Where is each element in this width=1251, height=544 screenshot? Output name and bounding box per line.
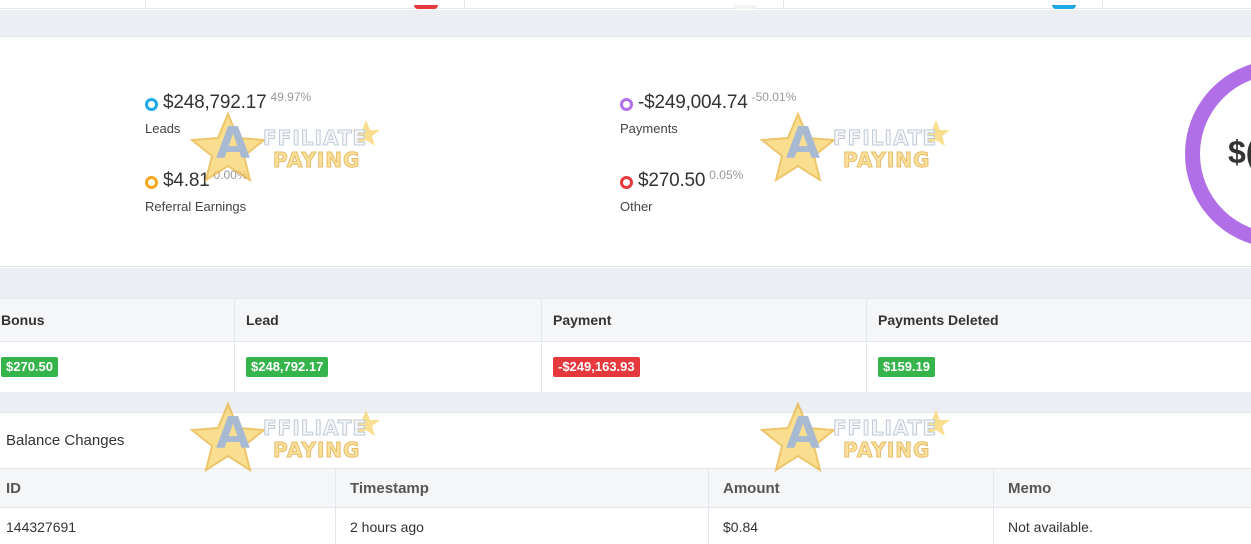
other-legend-dot xyxy=(620,176,633,189)
memo-cell: Not available. xyxy=(1008,518,1093,535)
top-card xyxy=(1103,0,1251,9)
stat-percent: 49.97% xyxy=(270,90,312,104)
payment-cell: -$249,163.93 xyxy=(542,342,867,392)
card-icon-stub xyxy=(414,5,438,9)
stat-value: $4.81 xyxy=(163,170,210,191)
stat-percent: -50.01% xyxy=(751,90,797,104)
timestamp-cell: 2 hours ago xyxy=(336,508,709,544)
amount-badge: $159.19 xyxy=(878,357,935,377)
earnings-breakdown-table: Bonus Lead Payment Payments Deleted $270… xyxy=(0,298,1251,392)
stat-leads: $248,792.17 49.97% Leads xyxy=(145,89,311,136)
amount-cell: $0.84 xyxy=(709,508,994,544)
section-gap xyxy=(0,392,1251,412)
section-gap xyxy=(0,268,1251,298)
column-header-bonus: Bonus xyxy=(0,299,235,341)
top-card xyxy=(146,0,465,9)
column-header-payment: Payment xyxy=(542,299,867,341)
stat-percent: 0.05% xyxy=(709,168,744,182)
earnings-summary-panel: $248,792.17 49.97% Leads $4.81 0.00% Ref… xyxy=(0,36,1251,267)
leads-legend-dot xyxy=(145,98,158,111)
balance-changes-panel: Balance Changes ID Timestamp Amount Memo… xyxy=(0,412,1251,544)
stat-value: $248,792.17 xyxy=(163,92,267,113)
stat-percent: 0.00% xyxy=(213,168,248,182)
stat-other: $270.50 0.05% Other xyxy=(620,167,743,214)
section-gap xyxy=(0,10,1251,36)
bonus-cell: $270.50 xyxy=(0,342,235,392)
stat-referral-earnings: $4.81 0.00% Referral Earnings xyxy=(145,167,248,214)
column-header-timestamp[interactable]: Timestamp xyxy=(336,469,709,507)
card-icon-stub xyxy=(1052,5,1076,9)
payments-deleted-cell: $159.19 xyxy=(867,342,1251,392)
amount-badge: $248,792.17 xyxy=(246,357,329,377)
card-icon-stub xyxy=(733,5,757,9)
stat-value: -$249,004.74 xyxy=(638,92,748,113)
column-header-id[interactable]: ID xyxy=(0,469,336,507)
stat-label: Other xyxy=(620,199,653,214)
amount-badge: -$249,163.93 xyxy=(553,357,640,377)
column-header-lead: Lead xyxy=(235,299,542,341)
stat-value: $270.50 xyxy=(638,170,706,191)
panel-title: Balance Changes xyxy=(0,413,1251,469)
payments-legend-dot xyxy=(620,98,633,111)
top-stat-cards xyxy=(0,0,1251,9)
top-card xyxy=(0,0,146,9)
column-header-memo[interactable]: Memo xyxy=(994,469,1251,507)
balance-header-row: ID Timestamp Amount Memo xyxy=(0,469,1251,508)
column-header-amount[interactable]: Amount xyxy=(709,469,994,507)
lead-cell: $248,792.17 xyxy=(235,342,542,392)
column-header-payments-deleted: Payments Deleted xyxy=(878,312,999,328)
breakdown-header-row: Bonus Lead Payment Payments Deleted xyxy=(0,299,1251,342)
stat-label: Referral Earnings xyxy=(145,199,247,214)
stat-payments: -$249,004.74 -50.01% Payments xyxy=(620,89,796,136)
stat-label: Leads xyxy=(145,121,181,136)
table-row: 144327691 2 hours ago $0.84 Not availabl… xyxy=(0,508,1251,544)
id-cell: 144327691 xyxy=(0,508,336,544)
referral-legend-dot xyxy=(145,176,158,189)
amount-badge: $270.50 xyxy=(1,357,58,377)
breakdown-value-row: $270.50 $248,792.17 -$249,163.93 $159.19 xyxy=(0,342,1251,392)
donut-center-value: $( xyxy=(1228,134,1251,170)
top-card xyxy=(784,0,1103,9)
stat-label: Payments xyxy=(620,121,678,136)
top-card xyxy=(465,0,784,9)
